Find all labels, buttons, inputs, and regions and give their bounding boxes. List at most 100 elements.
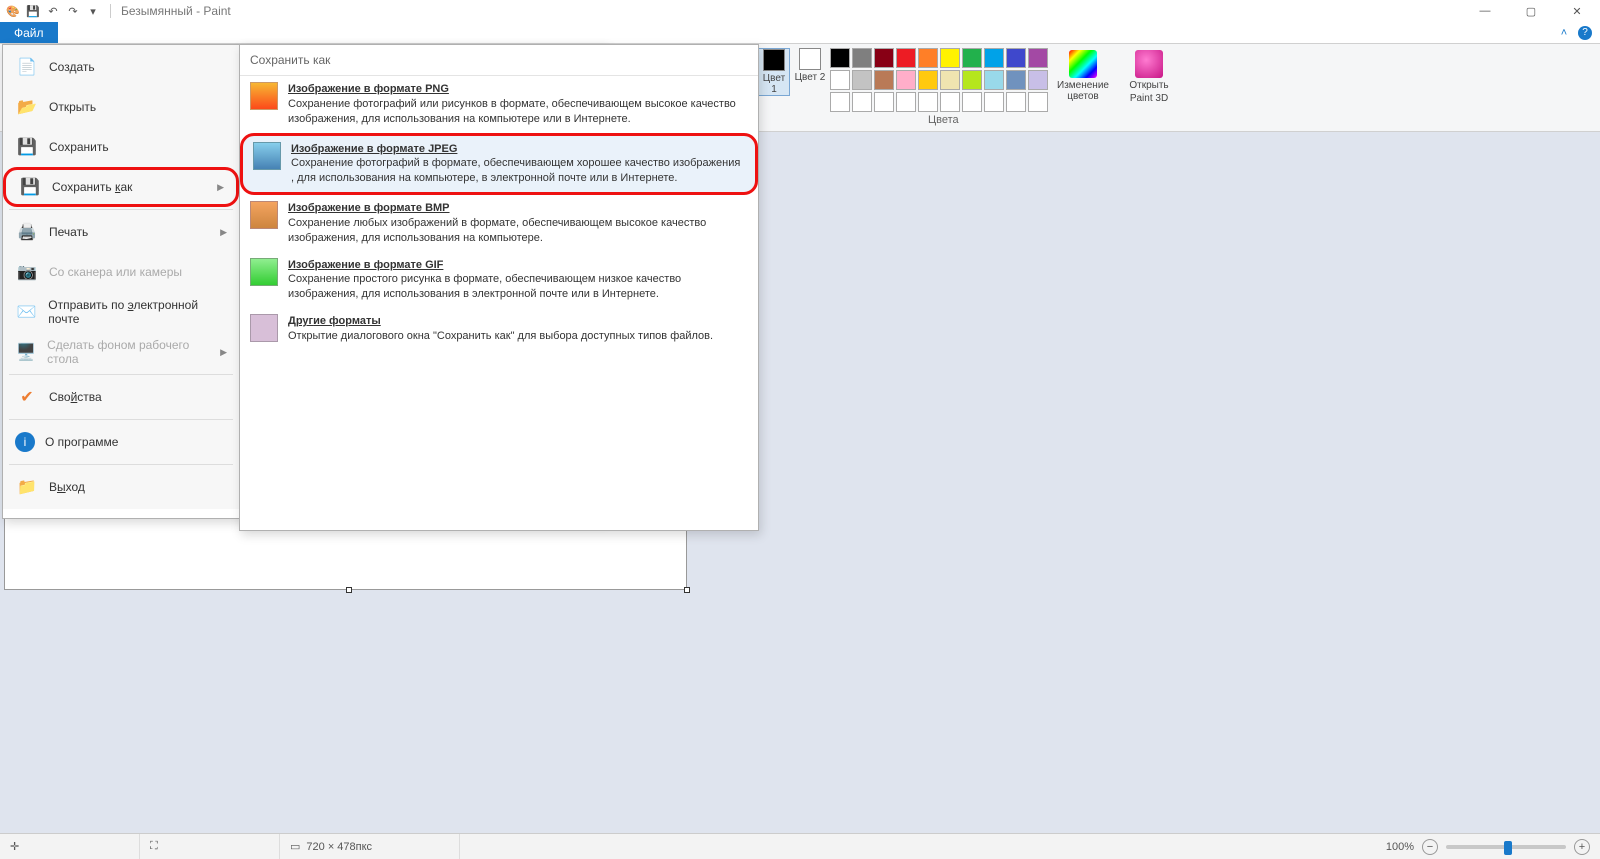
palette-swatch[interactable] — [940, 48, 960, 68]
file-menu-scanner: 📷 Со сканера или камеры — [3, 252, 239, 292]
palette-swatch[interactable] — [940, 70, 960, 90]
qat-redo-icon[interactable]: ↷ — [64, 2, 82, 20]
save-as-header: Сохранить как — [240, 45, 758, 76]
zoom-out-button[interactable]: − — [1422, 839, 1438, 855]
file-menu-wallpaper: 🖥️ Сделать фоном рабочего стола ▶ — [3, 332, 239, 372]
palette-swatch[interactable] — [962, 48, 982, 68]
file-menu-print[interactable]: 🖨️ Печать ▶ — [3, 212, 239, 252]
palette-swatch[interactable] — [830, 48, 850, 68]
palette-swatch[interactable] — [1006, 70, 1026, 90]
palette-swatch[interactable] — [830, 92, 850, 112]
resize-handle-bottom[interactable] — [346, 587, 352, 593]
window-title: Безымянный - Paint — [115, 4, 1462, 18]
save-as-other[interactable]: Другие форматы Открытие диалогового окна… — [240, 308, 758, 350]
palette-swatch[interactable] — [1028, 92, 1048, 112]
palette-swatch[interactable] — [918, 70, 938, 90]
palette-swatch[interactable] — [830, 70, 850, 90]
color1-button[interactable]: Цвет 1 — [758, 48, 790, 96]
palette-swatch[interactable] — [940, 92, 960, 112]
qat-save-icon[interactable]: 💾 — [24, 2, 42, 20]
exit-icon: 📁 — [15, 475, 39, 499]
zoom-slider[interactable] — [1446, 845, 1566, 849]
canvas-size-icon: ▭ — [290, 840, 300, 853]
palette-swatch[interactable] — [874, 70, 894, 90]
qat-customize-icon[interactable]: ▾ — [84, 2, 102, 20]
canvas-dimensions: 720 × 478пкс — [306, 841, 372, 853]
palette-swatch[interactable] — [874, 48, 894, 68]
file-menu-email[interactable]: ✉️ Отправить по электронной почте — [3, 292, 239, 332]
edit-colors-button[interactable]: Изменение цветов — [1052, 48, 1114, 102]
minimize-button[interactable]: — — [1462, 0, 1508, 22]
palette-swatch[interactable] — [984, 48, 1004, 68]
palette-swatch[interactable] — [1006, 92, 1026, 112]
save-icon: 💾 — [15, 135, 39, 159]
save-as-bmp[interactable]: Изображение в формате BMP Сохранение люб… — [240, 195, 758, 252]
save-as-gif[interactable]: Изображение в формате GIF Сохранение про… — [240, 252, 758, 309]
rainbow-icon — [1069, 50, 1097, 78]
submenu-arrow-icon: ▶ — [220, 227, 227, 238]
new-file-icon: 📄 — [15, 55, 39, 79]
jpeg-icon — [253, 142, 281, 170]
gif-icon — [250, 258, 278, 286]
color2-label: Цвет 2 — [795, 72, 826, 83]
resize-handle-corner[interactable] — [684, 587, 690, 593]
close-button[interactable]: ✕ — [1554, 0, 1600, 22]
palette-swatch[interactable] — [852, 48, 872, 68]
file-menu-save[interactable]: 💾 Сохранить — [3, 127, 239, 167]
zoom-in-button[interactable]: + — [1574, 839, 1590, 855]
palette-swatch[interactable] — [1028, 48, 1048, 68]
palette-swatch[interactable] — [852, 70, 872, 90]
paint-app-icon: 🎨 — [4, 2, 22, 20]
palette-swatch[interactable] — [962, 70, 982, 90]
ribbon-tabs: Файл ˄ ? — [0, 22, 1600, 44]
file-menu-exit[interactable]: 📁 Выход — [3, 467, 239, 507]
selection-size-icon: ⛶ — [150, 840, 158, 853]
color-palette[interactable] — [830, 48, 1048, 112]
color2-button[interactable]: Цвет 2 — [794, 48, 826, 96]
open-paint3d-button[interactable]: Открыть Paint 3D — [1118, 48, 1180, 104]
file-menu-properties[interactable]: ✔ Свойства — [3, 377, 239, 417]
bmp-icon — [250, 201, 278, 229]
colors-group-label: Цвета — [928, 114, 959, 126]
desktop-icon: 🖥️ — [15, 340, 37, 364]
file-menu-about[interactable]: i О программе — [3, 422, 239, 462]
submenu-arrow-icon: ▶ — [220, 347, 227, 358]
submenu-arrow-icon: ▶ — [217, 182, 224, 193]
paint3d-icon — [1135, 50, 1163, 78]
qat-undo-icon[interactable]: ↶ — [44, 2, 62, 20]
palette-swatch[interactable] — [874, 92, 894, 112]
file-tab[interactable]: Файл — [0, 22, 58, 43]
file-menu-create[interactable]: 📄 Создать — [3, 47, 239, 87]
file-menu-open[interactable]: 📂 Открыть — [3, 87, 239, 127]
palette-swatch[interactable] — [918, 92, 938, 112]
save-as-png[interactable]: Изображение в формате PNG Сохранение фот… — [240, 76, 758, 133]
ribbon-min-icon[interactable]: ˄ — [1556, 25, 1572, 41]
status-bar: ✛ ⛶ ▭ 720 × 478пкс 100% − + — [0, 833, 1600, 859]
png-icon — [250, 82, 278, 110]
help-icon[interactable]: ? — [1578, 26, 1592, 40]
check-icon: ✔ — [15, 385, 39, 409]
cursor-pos-icon: ✛ — [10, 840, 19, 853]
palette-swatch[interactable] — [962, 92, 982, 112]
save-as-submenu: Сохранить как Изображение в формате PNG … — [239, 44, 759, 531]
palette-swatch[interactable] — [1028, 70, 1048, 90]
palette-swatch[interactable] — [918, 48, 938, 68]
palette-swatch[interactable] — [852, 92, 872, 112]
maximize-button[interactable]: ▢ — [1508, 0, 1554, 22]
palette-swatch[interactable] — [896, 48, 916, 68]
email-icon: ✉️ — [15, 300, 38, 324]
file-menu-save-as[interactable]: 💾 Сохранить как ▶ — [3, 167, 239, 207]
palette-swatch[interactable] — [984, 92, 1004, 112]
palette-swatch[interactable] — [1006, 48, 1026, 68]
printer-icon: 🖨️ — [15, 220, 39, 244]
save-as-jpeg[interactable]: Изображение в формате JPEG Сохранение фо… — [240, 133, 758, 196]
info-icon: i — [15, 432, 35, 452]
palette-swatch[interactable] — [896, 92, 916, 112]
palette-swatch[interactable] — [896, 70, 916, 90]
title-bar: 🎨 💾 ↶ ↷ ▾ Безымянный - Paint — ▢ ✕ — [0, 0, 1600, 22]
other-formats-icon — [250, 314, 278, 342]
color1-label: Цвет 1 — [759, 73, 789, 95]
open-folder-icon: 📂 — [15, 95, 39, 119]
palette-swatch[interactable] — [984, 70, 1004, 90]
save-as-icon: 💾 — [18, 175, 42, 199]
